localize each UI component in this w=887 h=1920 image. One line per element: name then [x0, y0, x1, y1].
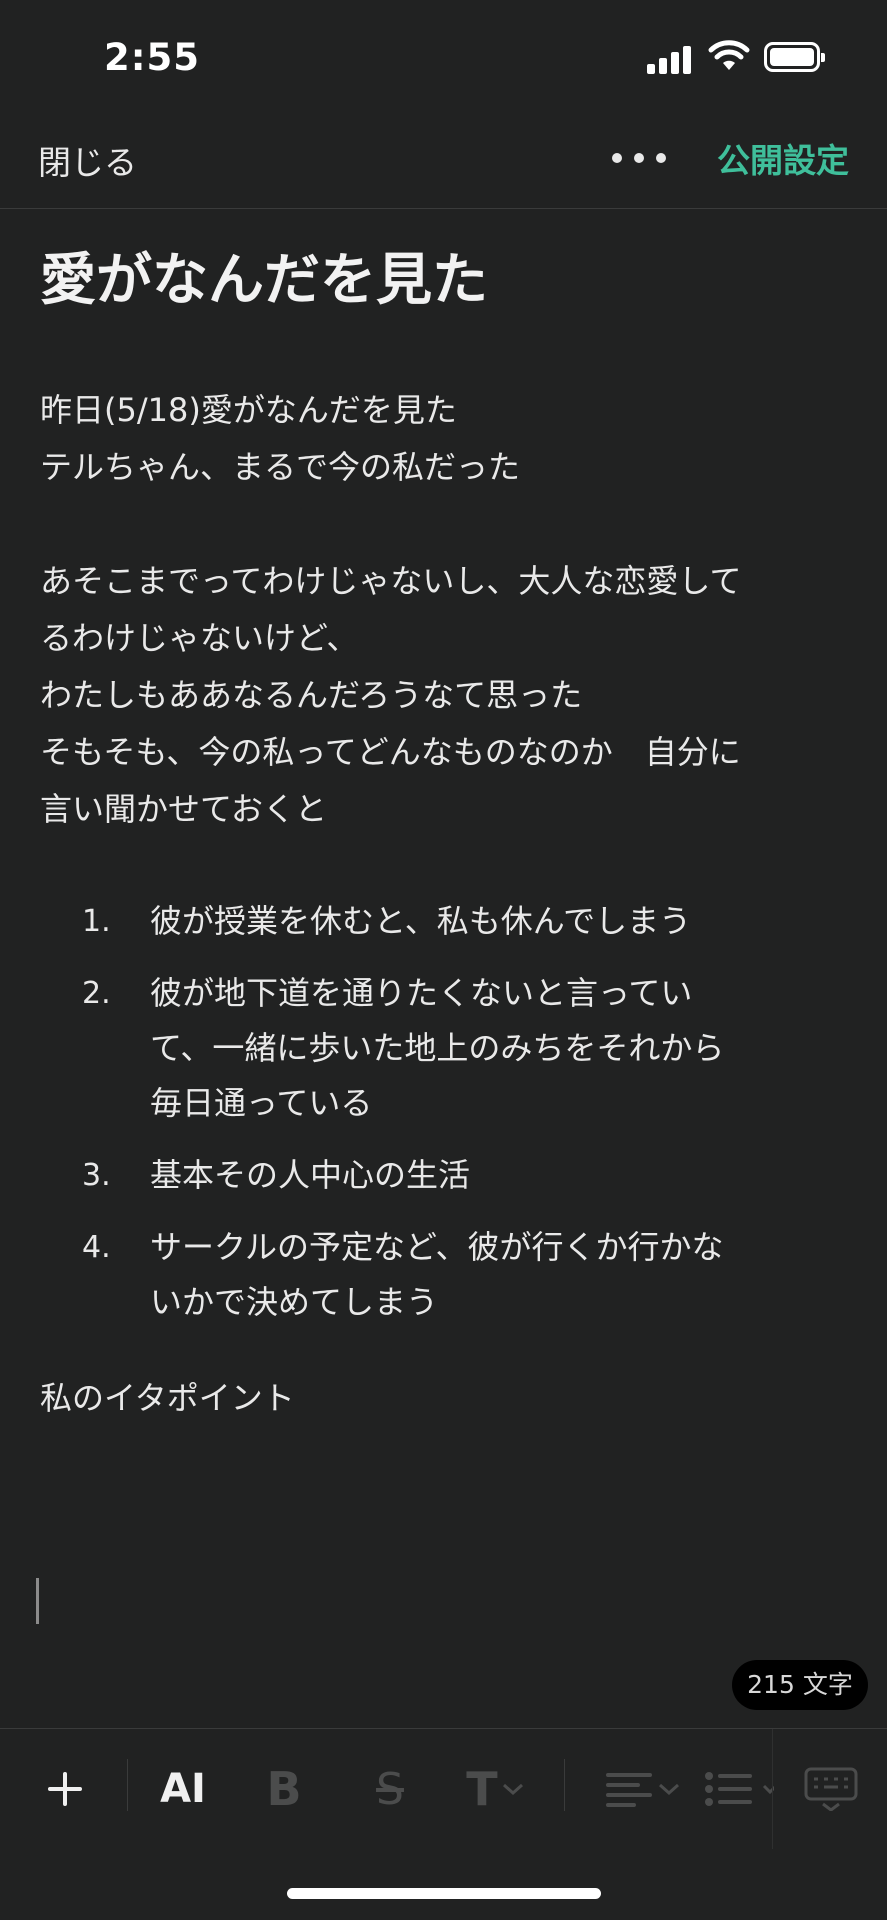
list-item-text: て、一緒に歩いた地上のみちをそれから: [150, 1029, 725, 1067]
status-bar: 2:55: [0, 0, 887, 110]
article-title[interactable]: 愛がなんだを見た: [40, 236, 850, 326]
paragraph-line: そもそも、今の私ってどんなものなのか 自分に: [40, 733, 741, 771]
paragraph-line: 昨日(5/18)愛がなんだを見た: [40, 391, 457, 429]
text-cursor: [36, 1578, 39, 1624]
list-item-text: 彼が地下道を通りたくないと言ってい: [150, 974, 693, 1012]
chevron-down-icon: [659, 1783, 679, 1796]
paragraph-line: 言い聞かせておくと: [40, 790, 328, 828]
text-size-button[interactable]: T: [460, 1729, 530, 1849]
bold-button[interactable]: B: [256, 1729, 312, 1849]
publish-settings-button[interactable]: 公開設定: [717, 134, 849, 182]
list-number: 2.: [82, 976, 111, 1011]
keyboard-icon[interactable]: [796, 1729, 866, 1849]
paragraph-1[interactable]: 昨日(5/18)愛がなんだを見た テルちゃん、まるで今の私だった: [40, 382, 850, 496]
align-left-icon[interactable]: [598, 1729, 688, 1849]
paragraph-2[interactable]: あそこまでってわけじゃないし、大人な恋愛して るわけじゃないけど、 わたしもああ…: [40, 553, 850, 838]
editor-body[interactable]: 愛がなんだを見た 昨日(5/18)愛がなんだを見た テルちゃん、まるで今の私だっ…: [40, 210, 850, 1427]
paragraph-line: あそこまでってわけじゃないし、大人な恋愛して: [40, 562, 742, 600]
wifi-icon: [708, 40, 750, 70]
text-size-label: T: [466, 1762, 498, 1816]
toolbar-divider: [127, 1759, 128, 1811]
list-item-text: 基本その人中心の生活: [150, 1156, 471, 1194]
character-count-badge: 215 文字: [732, 1660, 868, 1710]
list-item[interactable]: 3. 基本その人中心の生活: [40, 1148, 850, 1203]
strikethrough-button[interactable]: S: [360, 1729, 420, 1849]
list-item[interactable]: 1. 彼が授業を休むと、私も休んでしまう: [40, 894, 850, 949]
toolbar-divider: [772, 1729, 773, 1849]
more-icon[interactable]: [608, 138, 694, 178]
close-button[interactable]: 閉じる: [38, 136, 137, 184]
paragraph-line: わたしもああなるんだろうなて思った: [40, 676, 583, 714]
bullet-list-icon[interactable]: [704, 1729, 774, 1849]
chevron-down-icon: [502, 1783, 523, 1796]
cellular-signal-icon: [647, 44, 693, 74]
list-item-text: 毎日通っている: [150, 1084, 373, 1122]
home-indicator[interactable]: [287, 1888, 601, 1899]
battery-icon: [764, 42, 825, 72]
toolbar-divider: [564, 1759, 565, 1811]
paragraph-3[interactable]: 私のイタポイント: [40, 1370, 850, 1427]
list-number: 1.: [82, 904, 111, 939]
numbered-list[interactable]: 1. 彼が授業を休むと、私も休んでしまう 2. 彼が地下道を通りたくないと言って…: [40, 894, 850, 1330]
nav-bar: 閉じる 公開設定: [0, 110, 887, 209]
list-item[interactable]: 4. サークルの予定など、彼が行くか行かな いかで決めてしまう: [40, 1220, 850, 1330]
plus-icon[interactable]: [30, 1729, 100, 1849]
list-item-text: 彼が授業を休むと、私も休んでしまう: [150, 902, 692, 940]
format-toolbar: AI B S T: [0, 1728, 887, 1849]
list-item-text: サークルの予定など、彼が行くか行かな: [150, 1228, 724, 1266]
list-number: 3.: [82, 1158, 111, 1193]
paragraph-line: るわけじゃないけど、: [40, 619, 359, 657]
status-time: 2:55: [104, 36, 201, 79]
list-item-text: いかで決めてしまう: [150, 1283, 439, 1321]
ai-button[interactable]: AI: [150, 1729, 216, 1849]
list-item[interactable]: 2. 彼が地下道を通りたくないと言ってい て、一緒に歩いた地上のみちをそれから …: [40, 966, 850, 1131]
paragraph-line: テルちゃん、まるで今の私だった: [40, 448, 521, 486]
list-number: 4.: [82, 1230, 111, 1265]
